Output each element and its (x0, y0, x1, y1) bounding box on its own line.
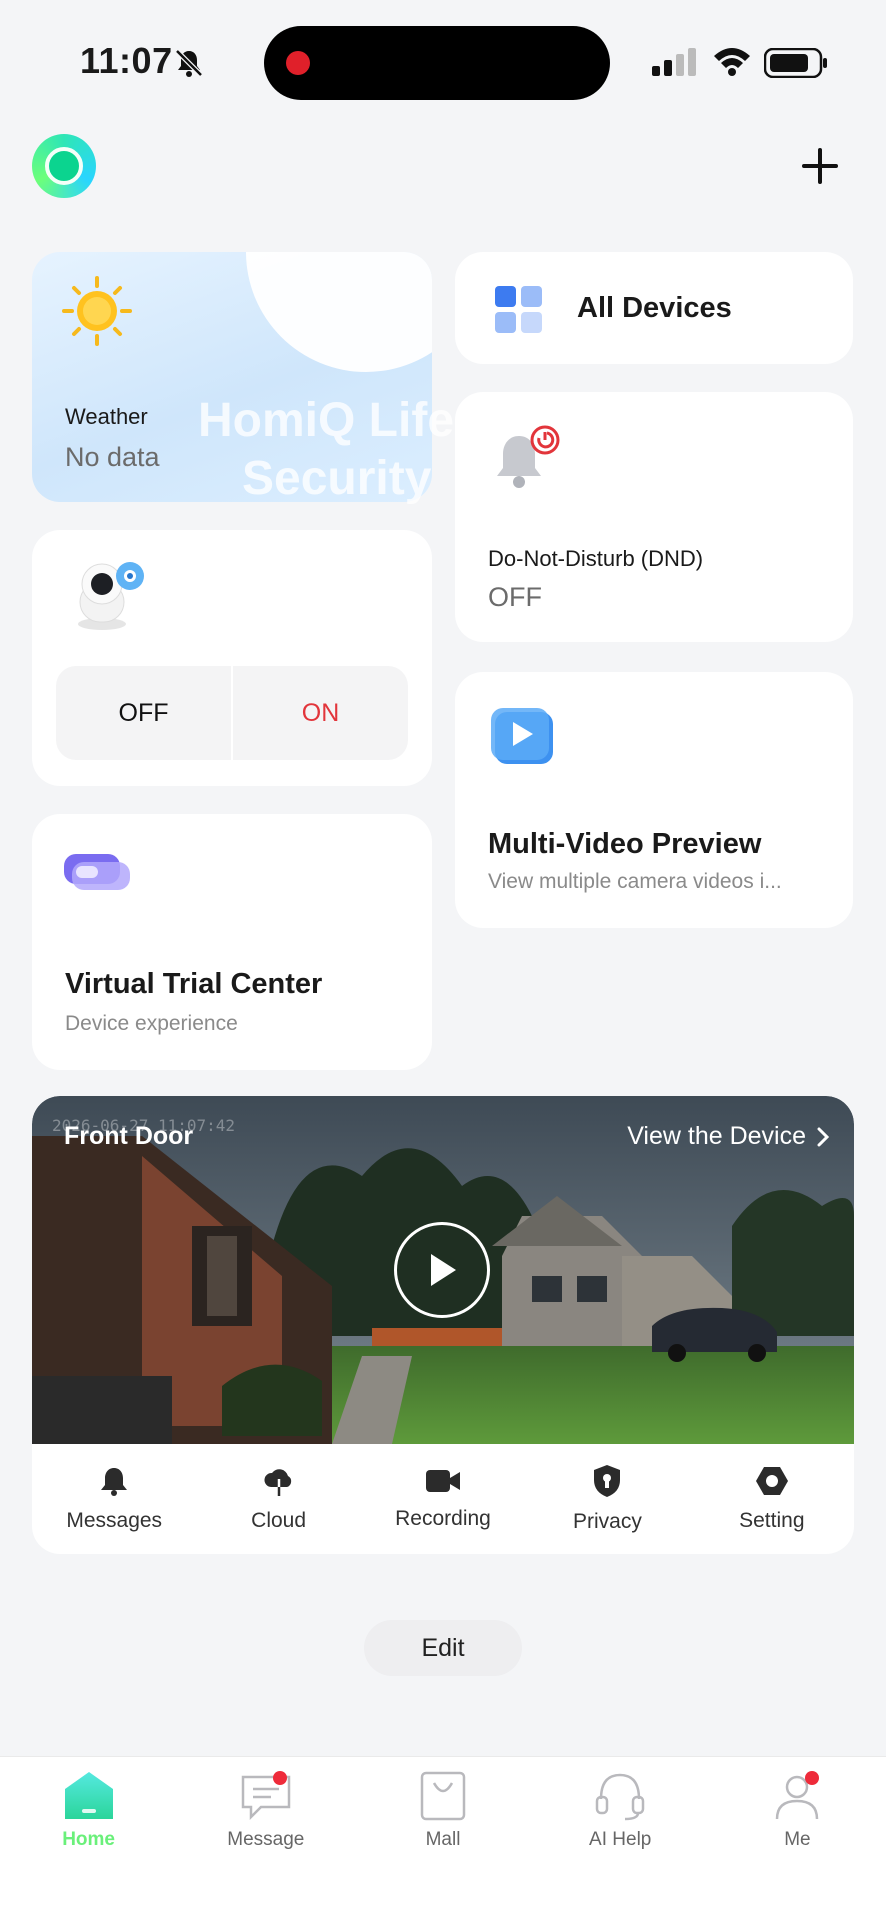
grid-icon (495, 286, 543, 334)
sun-icon (62, 276, 132, 346)
video-camera-icon (426, 1470, 461, 1492)
weather-value: No data (65, 442, 160, 472)
multi-video-title: Multi-Video Preview (488, 828, 762, 860)
action-recording-label: Recording (395, 1507, 491, 1530)
bell-muted-icon (175, 49, 203, 77)
chevron-right-icon (817, 1127, 830, 1146)
camera-toggle: OFF ON (56, 666, 408, 760)
weather-label: Weather (65, 404, 148, 429)
camera-switch-card: OFF ON (32, 530, 432, 786)
all-devices-card[interactable]: All Devices (455, 252, 853, 364)
action-setting-label: Setting (739, 1509, 805, 1532)
status-time: 11:07 (80, 40, 173, 81)
view-device-link[interactable]: View the Device (627, 1122, 830, 1151)
shopping-bag-icon (420, 1771, 466, 1821)
add-button[interactable] (800, 146, 840, 186)
weather-card[interactable]: Weather No data (32, 252, 432, 502)
virtual-trial-subtitle: Device experience (65, 1012, 238, 1035)
tab-message[interactable]: Message (177, 1757, 354, 1920)
tab-ai-help[interactable]: AI Help (532, 1757, 709, 1920)
action-messages[interactable]: Messages (32, 1444, 196, 1554)
action-cloud-label: Cloud (251, 1509, 307, 1532)
play-button[interactable] (394, 1222, 490, 1318)
avatar (45, 147, 83, 185)
virtual-trial-title: Virtual Trial Center (65, 968, 323, 1000)
tab-ai-help-label: AI Help (589, 1829, 652, 1850)
recording-dot-icon (286, 51, 310, 75)
battery-icon (764, 48, 827, 78)
tab-mall-label: Mall (425, 1829, 461, 1850)
bottom-tab-bar: Home Message Mall AI Help Me (0, 1756, 886, 1920)
camera-device-icon (78, 562, 144, 630)
cloud-icon (264, 1469, 291, 1497)
action-setting[interactable]: Setting (690, 1444, 854, 1554)
dnd-label: Do-Not-Disturb (DND) (488, 546, 704, 571)
dnd-value: OFF (488, 582, 542, 612)
camera-name: Front Door (64, 1122, 194, 1150)
camera-actions: Messages Cloud Recording Privacy Setting (32, 1444, 854, 1554)
view-device-label: View the Device (627, 1122, 806, 1150)
toggle-on-button[interactable]: ON (233, 666, 408, 760)
shield-lock-icon (594, 1465, 621, 1497)
dnd-card[interactable]: Do-Not-Disturb (DND) OFF (455, 392, 853, 642)
camera-card: 2026-06-27 11:07:42 Front Door View the … (32, 1096, 854, 1554)
multi-video-subtitle: View multiple camera videos i... (488, 870, 782, 893)
vr-headset-icon (64, 854, 130, 890)
wifi-icon (714, 48, 750, 76)
tab-message-label: Message (227, 1829, 305, 1850)
headset-icon (595, 1773, 645, 1821)
camera-preview[interactable]: 2026-06-27 11:07:42 Front Door View the … (32, 1096, 854, 1444)
action-recording[interactable]: Recording (361, 1444, 525, 1554)
home-avatar-button[interactable] (32, 134, 96, 198)
tab-home-label: Home (62, 1829, 115, 1850)
multi-video-card[interactable]: Multi-Video Preview View multiple camera… (455, 672, 853, 928)
action-privacy-label: Privacy (572, 1510, 642, 1533)
video-play-icon (491, 708, 553, 764)
tab-me[interactable]: Me (709, 1757, 886, 1920)
all-devices-label: All Devices (577, 292, 732, 324)
edit-button[interactable]: Edit (364, 1620, 522, 1676)
toggle-off-button[interactable]: OFF (56, 666, 233, 760)
action-messages-label: Messages (66, 1509, 163, 1532)
cellular-signal-icon (652, 48, 696, 76)
bell-dnd-icon (497, 425, 560, 488)
dynamic-island (264, 26, 610, 100)
tab-me-label: Me (784, 1829, 811, 1850)
home-icon (64, 1772, 113, 1819)
action-cloud[interactable]: Cloud (196, 1444, 360, 1554)
me-badge-dot (804, 1771, 819, 1785)
play-icon (431, 1254, 456, 1286)
bell-icon (101, 1468, 128, 1496)
tab-mall[interactable]: Mall (354, 1757, 531, 1920)
virtual-trial-card[interactable]: Virtual Trial Center Device experience (32, 814, 432, 1070)
weather-backdrop (246, 252, 432, 372)
action-privacy[interactable]: Privacy (525, 1444, 689, 1554)
tab-home[interactable]: Home (0, 1757, 177, 1920)
gear-icon (755, 1467, 788, 1495)
